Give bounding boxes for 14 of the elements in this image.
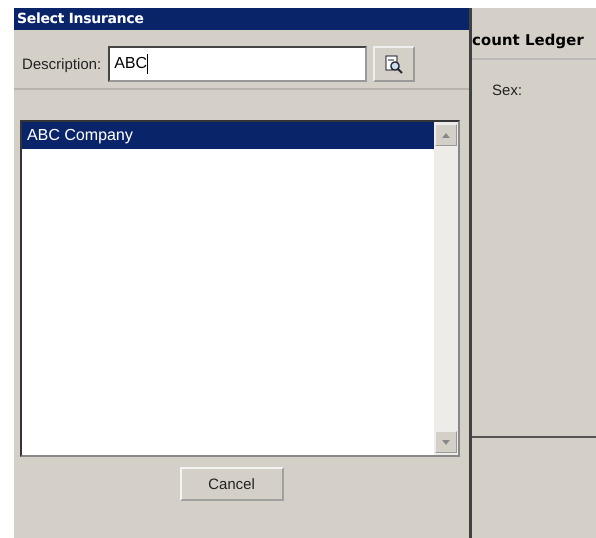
- sex-label: Sex:: [492, 82, 524, 99]
- up-arrow-icon: [442, 132, 450, 138]
- search-icon: [384, 54, 404, 74]
- cancel-button[interactable]: Cancel: [180, 467, 284, 501]
- scrollbar[interactable]: [434, 122, 458, 455]
- scroll-up-button[interactable]: [435, 124, 457, 146]
- search-button[interactable]: [373, 46, 416, 82]
- list-item[interactable]: ABC Company: [22, 122, 434, 149]
- down-arrow-icon: [442, 440, 450, 444]
- dialog-title: Select Insurance: [14, 8, 469, 30]
- description-field[interactable]: ABC: [108, 46, 368, 82]
- description-label: Description:: [22, 56, 102, 72]
- panel-header: count Ledger: [472, 22, 596, 60]
- scroll-down-button[interactable]: [435, 431, 457, 453]
